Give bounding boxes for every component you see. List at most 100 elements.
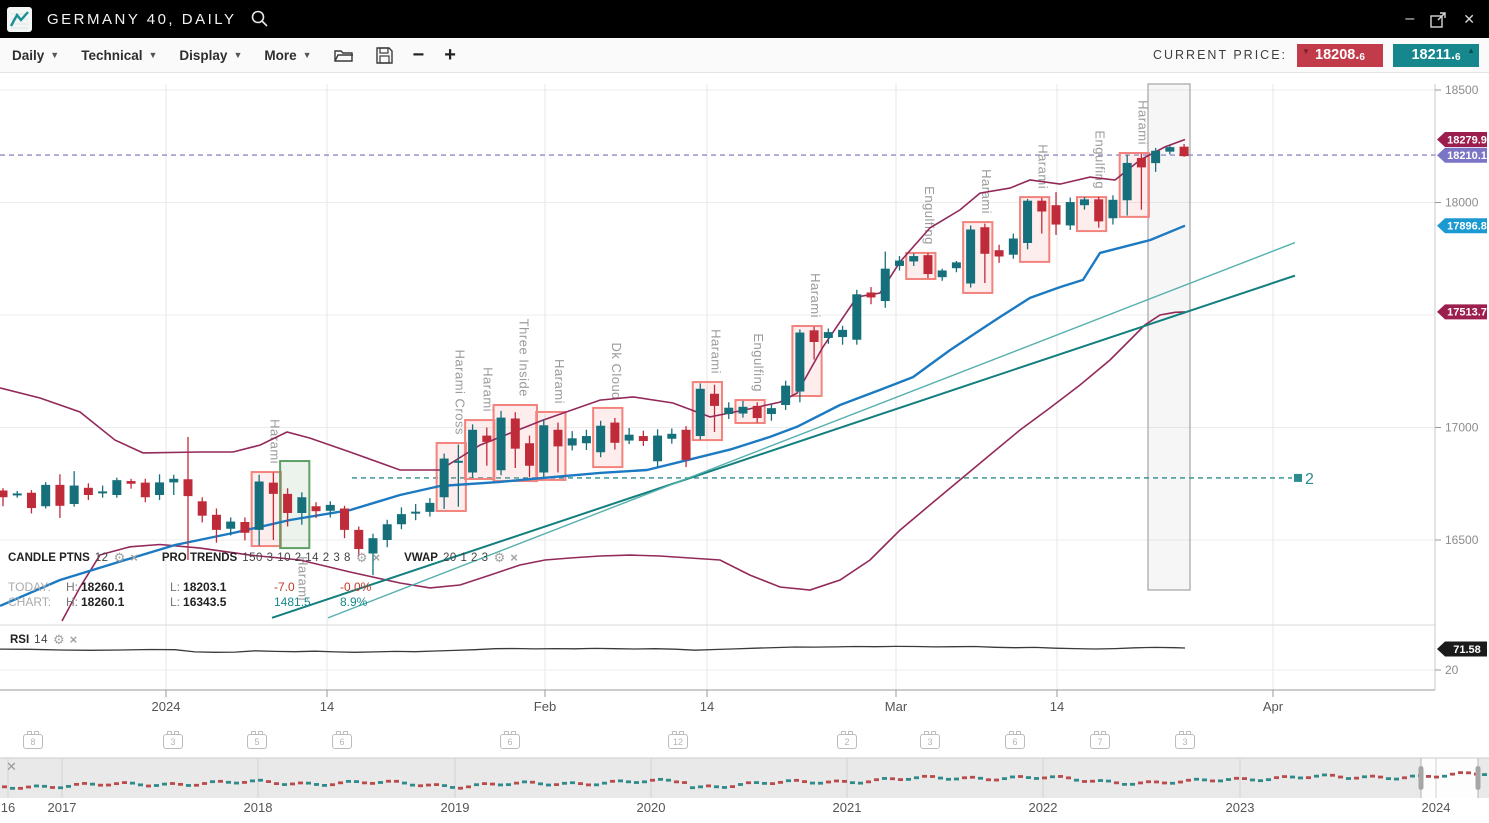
candle-body [326, 505, 335, 511]
candle-body [553, 430, 562, 447]
calendar-marker-icon[interactable]: 5 [247, 734, 267, 749]
navigator-candle [250, 779, 255, 782]
calendar-marker-icon[interactable]: 2 [837, 734, 857, 749]
navigator-candle [794, 779, 799, 782]
menu-daily[interactable]: Daily▼ [12, 48, 59, 63]
navigator-handle[interactable] [1419, 766, 1424, 790]
close-icon[interactable]: × [373, 552, 381, 564]
open-folder-icon[interactable] [334, 47, 354, 63]
navigator-candle [50, 786, 55, 789]
indicator-params: 12 [95, 552, 109, 564]
candle-body [653, 436, 662, 462]
navigator-candle [858, 782, 863, 785]
calendar-marker-icon[interactable]: 7 [1090, 734, 1110, 749]
calendar-marker-icon[interactable]: 8 [23, 734, 43, 749]
navigator-candle [1354, 777, 1359, 780]
candle-body [84, 488, 93, 495]
calendar-marker-icon[interactable]: 6 [332, 734, 352, 749]
navigator-candle [98, 784, 103, 787]
gear-icon[interactable]: ⚙ [114, 552, 126, 564]
sell-price-badge[interactable]: ▼ 18208.6 [1297, 44, 1383, 67]
price-badge-label: 17513.7 [1447, 307, 1487, 319]
candle-body [283, 494, 292, 513]
calendar-marker-icon[interactable]: 12 [668, 734, 688, 749]
indicator-rsi: RSI 14 ⚙ × [10, 634, 77, 646]
navigator-candle [482, 782, 487, 785]
gear-icon[interactable]: ⚙ [53, 634, 65, 646]
navigator-candle [314, 783, 319, 786]
navigator-candle [962, 776, 967, 779]
x-axis-label: Apr [1263, 699, 1284, 714]
navigator-candle [218, 780, 223, 783]
candle-body [923, 255, 932, 274]
x-axis-label: Feb [534, 699, 556, 714]
close-icon[interactable]: × [510, 552, 518, 564]
navigator-candle [122, 781, 127, 784]
navigator-year-label: 2024 [1422, 800, 1451, 815]
close-icon[interactable]: × [70, 634, 78, 646]
gear-icon[interactable]: ⚙ [356, 552, 368, 564]
candle-body [539, 425, 548, 472]
save-icon[interactable] [376, 47, 393, 64]
navigator-candle [410, 784, 415, 787]
navigator-candle [1386, 777, 1391, 780]
candle-body [895, 261, 904, 266]
navigator-candle [634, 781, 639, 784]
gear-icon[interactable]: ⚙ [494, 552, 506, 564]
navigator-candle [1050, 775, 1055, 778]
navigator-candle [922, 775, 927, 778]
zoom-in-button[interactable]: + [444, 46, 456, 64]
candle-body [753, 406, 762, 418]
navigator-candle [66, 785, 71, 788]
navigator-candle [338, 781, 343, 784]
navigator-candle [722, 786, 727, 789]
calendar-marker-icon[interactable]: 6 [1005, 734, 1025, 749]
navigator-candle [1130, 783, 1135, 786]
candle-body [98, 491, 107, 493]
navigator-candle [946, 778, 951, 781]
navigator-candle [618, 779, 623, 782]
chart-app-icon [7, 7, 32, 32]
navigator-candle [986, 778, 991, 781]
candle-body [27, 493, 36, 508]
zoom-out-button[interactable]: − [413, 46, 425, 64]
pattern-label: Dk Cloud [609, 342, 624, 399]
pattern-label: Three Inside [516, 319, 531, 397]
navigator-candle [626, 780, 631, 783]
minimize-button[interactable]: – [1405, 11, 1414, 27]
navigator-candle [1338, 776, 1343, 779]
navigator-selection[interactable] [1421, 758, 1478, 798]
chevron-down-icon: ▼ [233, 50, 242, 60]
calendar-marker-icon[interactable]: 3 [163, 734, 183, 749]
navigator-candle [154, 784, 159, 787]
navigator-candle [1010, 776, 1015, 779]
menu-more[interactable]: More▼ [264, 48, 311, 63]
navigator-candle [1282, 775, 1287, 778]
navigator-candle [418, 784, 423, 787]
navigator-year-label: 2022 [1029, 800, 1058, 815]
calendar-marker-icon[interactable]: 3 [920, 734, 940, 749]
calendar-marker-icon[interactable]: 3 [1175, 734, 1195, 749]
candle-body [440, 459, 449, 498]
close-button[interactable]: ✕ [1463, 11, 1475, 27]
price-badge-label: 18210.1 [1447, 150, 1487, 162]
close-icon[interactable]: × [130, 552, 138, 564]
popout-icon[interactable] [1430, 11, 1447, 28]
calendar-marker-icon[interactable]: 6 [500, 734, 520, 749]
navigator-candle [690, 786, 695, 789]
navigator-close-icon[interactable]: ✕ [6, 759, 17, 775]
menu-technical[interactable]: Technical▼ [81, 48, 157, 63]
indicator-vwap: VWAP 20 1 2 3 ⚙ × [404, 552, 518, 564]
navigator-candle [1170, 782, 1175, 785]
navigator-candle [890, 777, 895, 780]
search-icon[interactable] [249, 8, 271, 30]
navigator-candle [674, 780, 679, 783]
menu-display[interactable]: Display▼ [179, 48, 242, 63]
navigator-candle [1194, 778, 1199, 781]
navigator-candle [1090, 780, 1095, 783]
buy-price-badge[interactable]: 18211.6 ▲ [1393, 44, 1479, 67]
navigator-handle[interactable] [1476, 766, 1481, 790]
candle-body [881, 269, 890, 301]
navigator-candle [186, 784, 191, 787]
candle-body [852, 294, 861, 339]
